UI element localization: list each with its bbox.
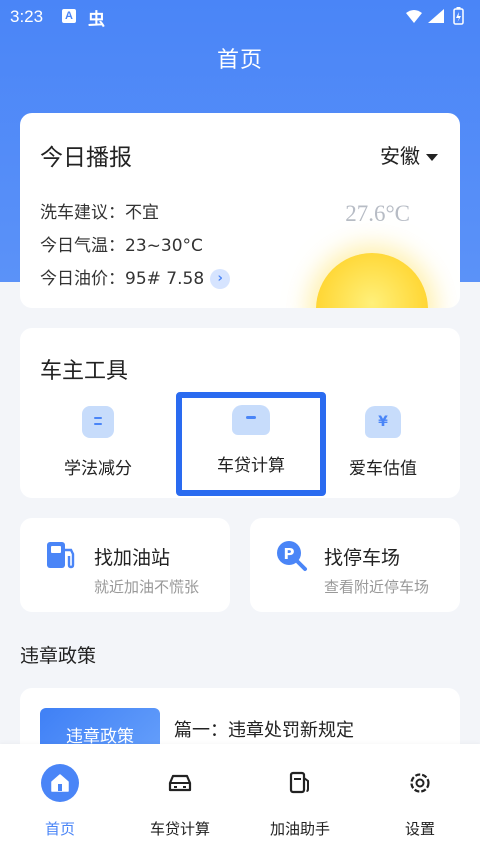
tools-title: 车主工具	[40, 359, 129, 384]
yen-car-icon: ¥	[365, 406, 401, 438]
tool-car-valuation[interactable]: ¥ 爱车估值	[310, 393, 456, 495]
car-wash-label: 洗车建议：	[40, 203, 125, 223]
book-icon	[82, 406, 114, 438]
tab-car-loan[interactable]: 车贷计算	[120, 744, 240, 854]
tab-label: 加油助手	[269, 820, 330, 838]
status-time: 3:23	[10, 7, 44, 26]
tab-label: 首页	[44, 820, 75, 838]
notification-app-icon: 虫	[88, 10, 105, 30]
caret-down-icon	[426, 154, 438, 161]
notification-a-icon: A	[62, 9, 76, 23]
wifi-signal-battery-icon	[406, 7, 464, 25]
chevron-right-icon[interactable]: ›	[210, 269, 231, 289]
tab-label: 车贷计算	[149, 820, 210, 838]
policy-section-title: 违章政策	[20, 645, 97, 667]
quick-title: 找加油站	[94, 547, 171, 569]
fuel-price-label: 今日油价：	[40, 269, 125, 289]
status-icons	[404, 7, 468, 31]
find-parking-card[interactable]: P 找停车场 查看附近停车场	[250, 518, 460, 612]
article-title: 篇一：违章处罚新规定	[174, 720, 354, 741]
car-icon	[161, 764, 199, 802]
temperature-value: 23~30°C	[125, 236, 203, 256]
temperature-label: 今日气温：	[40, 236, 125, 256]
car-icon	[232, 405, 270, 435]
quick-subtitle: 查看附近停车场	[324, 578, 430, 596]
tab-label: 设置	[404, 820, 435, 838]
region-label: 安徽	[380, 144, 420, 168]
parking-search-icon: P	[277, 541, 307, 571]
quick-subtitle: 就近加油不慌张	[94, 578, 200, 596]
tool-study-deduct[interactable]: 学法减分	[25, 393, 171, 495]
temperature-row: 今日气温：23~30°C	[40, 231, 203, 256]
fuel-price-row[interactable]: 今日油价：95# 7.58 ›	[40, 264, 231, 289]
fuel-pump-icon	[281, 764, 319, 802]
tab-fuel-helper[interactable]: 加油助手	[240, 744, 360, 854]
owner-tools-card: 车主工具 学法减分 车贷计算 ¥ 爱车估值	[20, 328, 460, 498]
tool-label: 车贷计算	[217, 456, 285, 476]
region-select[interactable]: 安徽	[380, 140, 438, 169]
tab-settings[interactable]: 设置	[360, 744, 480, 854]
tool-label: 爱车估值	[349, 459, 417, 479]
sun-icon	[316, 253, 428, 308]
car-wash-value: 不宜	[125, 203, 159, 223]
page-title: 首页	[216, 48, 263, 73]
status-bar: 3:23 A 虫	[0, 0, 480, 34]
home-icon	[41, 764, 79, 802]
find-gas-station-card[interactable]: 找加油站 就近加油不慌张	[20, 518, 230, 612]
fuel-pump-icon	[47, 542, 75, 569]
bottom-tab-bar: 首页 车贷计算 加油助手 设置	[0, 744, 480, 854]
quick-title: 找停车场	[324, 547, 401, 569]
gear-icon	[401, 764, 439, 802]
current-temperature: 27.6°C	[345, 201, 410, 226]
tool-car-loan[interactable]: 车贷计算	[176, 392, 326, 496]
today-broadcast-card: 今日播报 安徽 洗车建议：不宜 今日气温：23~30°C 今日油价：95# 7.…	[20, 113, 460, 308]
tab-home[interactable]: 首页	[0, 744, 120, 854]
svg-text:P: P	[284, 545, 295, 563]
broadcast-title: 今日播报	[40, 145, 132, 171]
fuel-price-value: 95# 7.58	[125, 269, 205, 289]
tool-label: 学法减分	[64, 459, 132, 479]
svg-text:¥: ¥	[378, 414, 388, 430]
car-wash-row: 洗车建议：不宜	[40, 198, 159, 223]
